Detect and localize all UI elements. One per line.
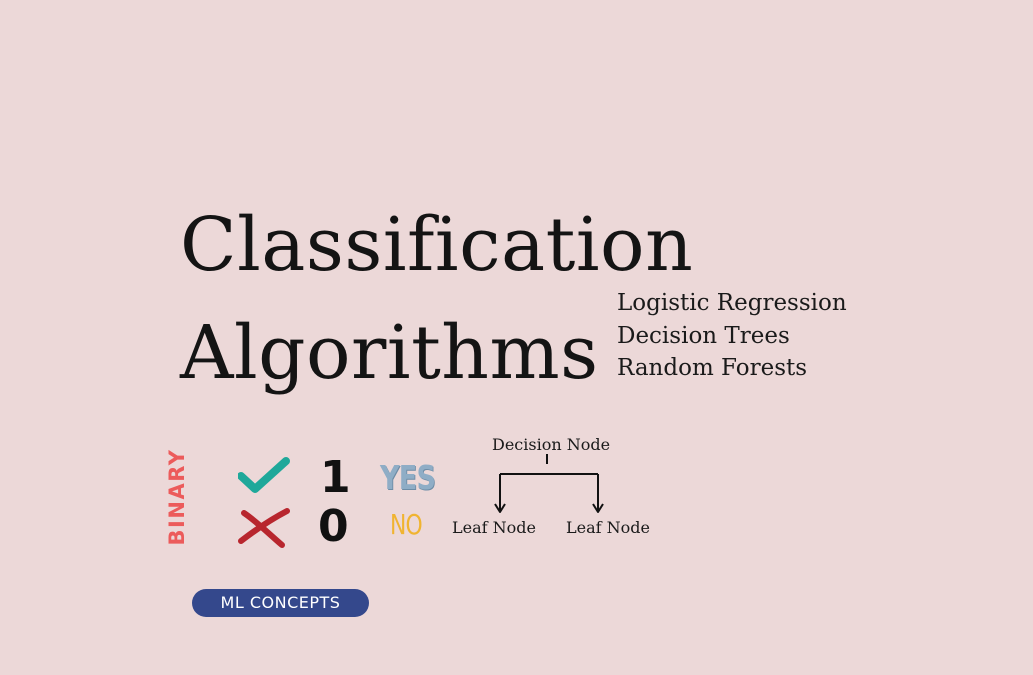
digit-one: 1 — [320, 452, 351, 503]
binary-label: BINARY — [165, 448, 189, 546]
ml-concepts-badge: ML CONCEPTS — [192, 589, 369, 617]
check-icon — [238, 457, 290, 493]
algorithm-list: Logistic Regression Decision Trees Rando… — [617, 287, 847, 385]
algorithm-item-logistic-regression: Logistic Regression — [617, 290, 847, 316]
cross-icon — [238, 508, 290, 548]
tree-connector — [494, 454, 604, 513]
title-line-algorithms: Algorithms — [180, 310, 599, 396]
leaf-node-right-label: Leaf Node — [566, 518, 650, 537]
digit-zero: 0 — [318, 501, 349, 552]
no-label: NO — [390, 508, 423, 541]
title-line-classification: Classification — [180, 202, 694, 288]
decision-node-label: Decision Node — [492, 435, 611, 454]
leaf-node-left-label: Leaf Node — [452, 518, 536, 537]
algorithm-item-decision-trees: Decision Trees — [617, 322, 790, 349]
algorithm-item-random-forests: Random Forests — [617, 355, 808, 381]
yes-label: YES — [380, 458, 436, 497]
